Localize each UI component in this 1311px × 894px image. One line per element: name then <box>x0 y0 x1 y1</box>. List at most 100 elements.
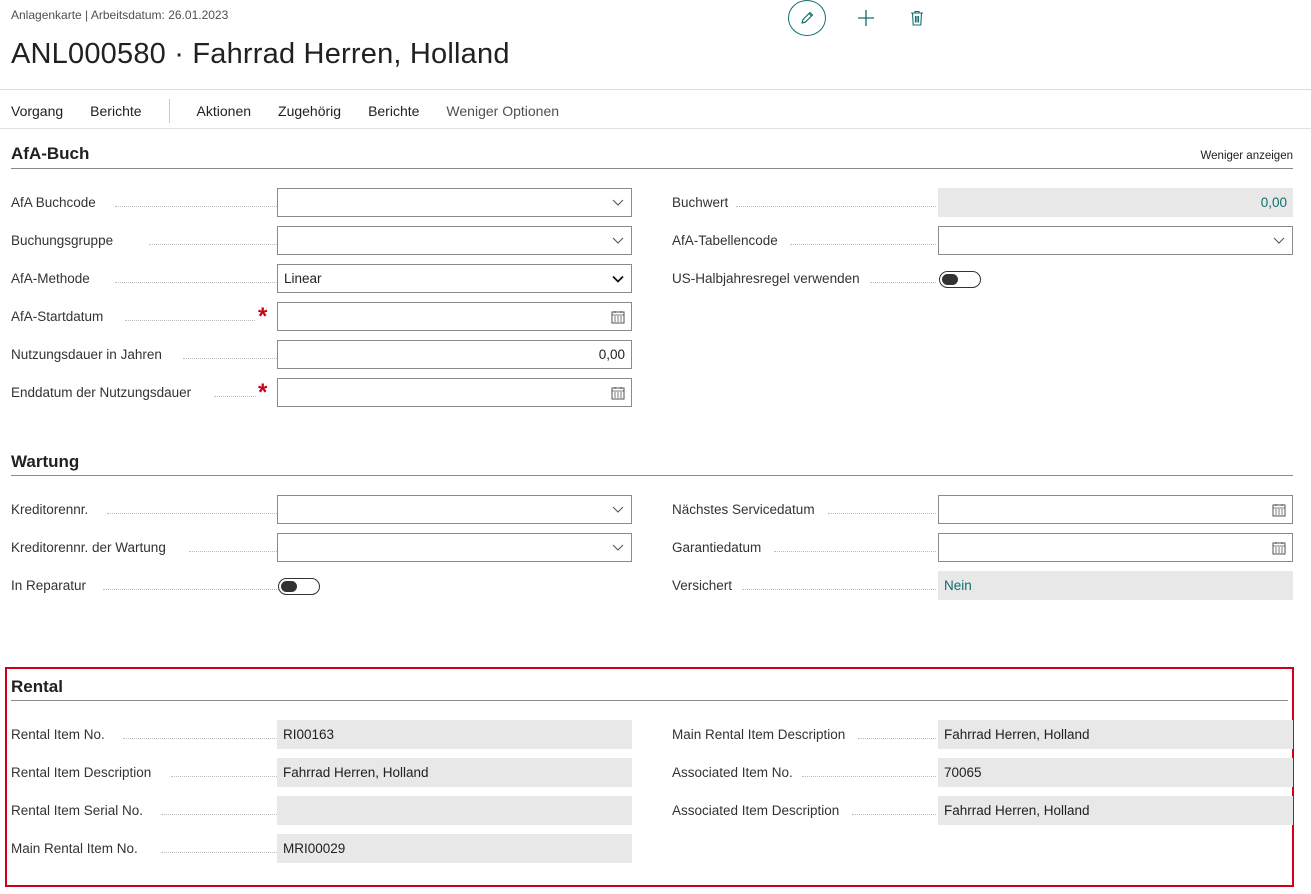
field-enddatum: Enddatum der Nutzungsdauer * <box>11 378 632 407</box>
main-rental-item-no-field[interactable]: MRI00029 <box>277 834 632 863</box>
action-berichte[interactable]: Berichte <box>368 103 419 119</box>
versichert-field[interactable]: Nein <box>938 571 1293 600</box>
new-button[interactable] <box>857 9 875 27</box>
field-kreditorennr: Kreditorennr. <box>11 495 632 524</box>
chevron-down-icon <box>611 272 625 286</box>
section-title-afa[interactable]: AfA-Buch <box>11 144 89 164</box>
field-buchwert: Buchwert 0,00 <box>672 188 1293 217</box>
associated-item-description-label: Associated Item Description <box>672 802 840 818</box>
main-rental-item-description-field[interactable]: Fahrrad Herren, Holland <box>938 720 1293 749</box>
field-garantiedatum: Garantiedatum <box>672 533 1293 562</box>
rental-item-description-value: Fahrrad Herren, Holland <box>283 765 429 780</box>
label-leader <box>742 589 936 590</box>
field-afa-buchcode: AfA Buchcode <box>11 188 632 217</box>
action-vorgang[interactable]: Vorgang <box>11 103 63 119</box>
page-title: ANL000580 · Fahrrad Herren, Holland <box>11 38 510 70</box>
field-rental-item-description: Rental Item Description Fahrrad Herren, … <box>11 758 632 787</box>
nutzungsdauer-label: Nutzungsdauer in Jahren <box>11 346 162 362</box>
field-afa-tabellencode: AfA-Tabellencode <box>672 226 1293 255</box>
delete-button[interactable] <box>910 10 924 26</box>
garantiedatum-label: Garantiedatum <box>672 539 762 555</box>
label-leader <box>115 206 279 207</box>
edit-button[interactable] <box>788 0 826 36</box>
field-main-rental-item-no: Main Rental Item No. MRI00029 <box>11 834 632 863</box>
field-associated-item-no: Associated Item No. 70065 <box>672 758 1293 787</box>
versichert-value: Nein <box>944 578 972 593</box>
label-leader <box>149 244 279 245</box>
field-nutzungsdauer: Nutzungsdauer in Jahren 0,00 <box>11 340 632 369</box>
servicedatum-input[interactable] <box>938 495 1293 524</box>
field-in-reparatur: In Reparatur <box>11 571 632 599</box>
buchungsgruppe-select[interactable] <box>277 226 632 255</box>
section-divider-wartung <box>11 475 1293 476</box>
kreditorennr-wartung-select[interactable] <box>277 533 632 562</box>
calendar-icon[interactable] <box>611 386 625 400</box>
main-rental-item-description-value: Fahrrad Herren, Holland <box>944 727 1090 742</box>
action-bar-divider <box>0 128 1311 129</box>
calendar-icon[interactable] <box>1272 541 1286 555</box>
label-leader <box>183 358 279 359</box>
buchwert-value: 0,00 <box>1260 195 1287 210</box>
associated-item-description-field[interactable]: Fahrrad Herren, Holland <box>938 796 1293 825</box>
field-naechstes-servicedatum: Nächstes Servicedatum <box>672 495 1293 524</box>
toggle-knob <box>281 581 297 592</box>
plus-icon <box>858 10 874 26</box>
rental-item-serial-no-label: Rental Item Serial No. <box>11 802 144 818</box>
field-main-rental-item-description: Main Rental Item Description Fahrrad Her… <box>672 720 1293 749</box>
action-berichte-promoted[interactable]: Berichte <box>90 103 141 119</box>
section-title-wartung[interactable]: Wartung <box>11 452 79 472</box>
label-leader <box>189 551 279 552</box>
action-aktionen[interactable]: Aktionen <box>197 103 251 119</box>
afa-methode-select[interactable]: Linear <box>277 264 632 293</box>
associated-item-no-value: 70065 <box>944 765 982 780</box>
versichert-label: Versichert <box>672 577 733 593</box>
afa-startdatum-input[interactable] <box>277 302 632 331</box>
section-title-rental[interactable]: Rental <box>11 677 63 697</box>
buchwert-field[interactable]: 0,00 <box>938 188 1293 217</box>
label-leader <box>870 282 936 283</box>
afa-buchcode-select[interactable] <box>277 188 632 217</box>
show-less-button[interactable]: Weniger anzeigen <box>1201 150 1294 162</box>
label-leader <box>852 814 936 815</box>
nutzungsdauer-value: 0,00 <box>598 347 625 362</box>
label-leader <box>107 513 279 514</box>
us-halbjahresregel-toggle[interactable] <box>939 271 981 288</box>
rental-item-no-label: Rental Item No. <box>11 726 105 742</box>
field-associated-item-description: Associated Item Description Fahrrad Herr… <box>672 796 1293 825</box>
main-rental-item-description-label: Main Rental Item Description <box>672 726 846 742</box>
rental-item-description-label: Rental Item Description <box>11 764 152 780</box>
in-reparatur-toggle[interactable] <box>278 578 320 595</box>
toggle-knob <box>942 274 958 285</box>
label-leader <box>171 776 279 777</box>
rental-item-no-field[interactable]: RI00163 <box>277 720 632 749</box>
kreditorennr-wartung-label: Kreditorennr. der Wartung <box>11 539 166 555</box>
label-leader <box>774 551 936 552</box>
rental-item-serial-no-field[interactable] <box>277 796 632 825</box>
required-asterisk: * <box>258 303 268 330</box>
associated-item-no-field[interactable]: 70065 <box>938 758 1293 787</box>
fewer-options-button[interactable]: Weniger Optionen <box>446 103 559 119</box>
enddatum-input[interactable] <box>277 378 632 407</box>
pencil-icon <box>801 11 814 24</box>
rental-item-description-field[interactable]: Fahrrad Herren, Holland <box>277 758 632 787</box>
required-asterisk: * <box>258 379 268 406</box>
field-us-halbjahresregel: US-Halbjahresregel verwenden <box>672 264 1293 292</box>
calendar-icon[interactable] <box>611 310 625 324</box>
garantiedatum-input[interactable] <box>938 533 1293 562</box>
kreditorennr-select[interactable] <box>277 495 632 524</box>
action-bar: Vorgang Berichte Aktionen Zugehörig Beri… <box>11 99 586 123</box>
label-leader <box>802 776 936 777</box>
label-leader <box>125 320 255 321</box>
main-rental-item-no-label: Main Rental Item No. <box>11 840 138 856</box>
field-versichert: Versichert Nein <box>672 571 1293 600</box>
nutzungsdauer-input[interactable]: 0,00 <box>277 340 632 369</box>
action-zugehoerig[interactable]: Zugehörig <box>278 103 341 119</box>
field-rental-item-no: Rental Item No. RI00163 <box>11 720 632 749</box>
main-rental-item-no-value: MRI00029 <box>283 841 346 856</box>
section-divider-afa <box>11 168 1293 169</box>
calendar-icon[interactable] <box>1272 503 1286 517</box>
field-afa-methode: AfA-Methode Linear <box>11 264 632 293</box>
section-divider-rental <box>11 700 1288 701</box>
page-toolbar <box>788 0 924 36</box>
afa-tabellencode-select[interactable] <box>938 226 1293 255</box>
